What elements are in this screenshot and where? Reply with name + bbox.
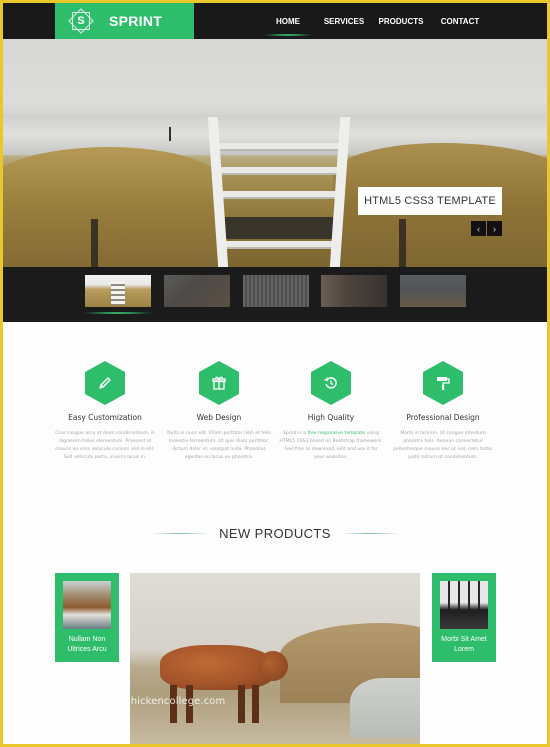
image-cow-leg: [238, 685, 245, 723]
feature-title: Professional Design: [406, 413, 480, 422]
feature-high-quality: High Quality Sprint is a free responsive…: [275, 343, 387, 462]
feature-title: High Quality: [307, 413, 355, 422]
product-image-boat: [63, 581, 111, 629]
pencil-icon: [85, 361, 125, 405]
feature-title: Easy Customization: [68, 413, 142, 422]
product-image-interior: [440, 581, 488, 629]
paint-roller-icon: [423, 361, 463, 405]
heading-divider-left: [151, 532, 210, 534]
free-template-link[interactable]: free responsive template: [308, 431, 366, 436]
product-name-line: Lorem: [454, 646, 474, 653]
heading-divider-right: [340, 532, 399, 534]
thumbnail-5[interactable]: [400, 275, 466, 307]
hero-dune-left: [3, 147, 223, 267]
feature-title: Web Design: [196, 413, 242, 422]
chevron-right-icon[interactable]: ›: [487, 221, 502, 236]
image-water: [350, 678, 420, 738]
logo-letter: S: [77, 15, 85, 27]
product-card-left[interactable]: Nullam Non Ultrices Arcu: [55, 573, 119, 662]
product-name-line: Morbi Sit Amet: [441, 636, 487, 643]
logo-diamond-icon: S: [67, 7, 95, 35]
watermark-text: www.theeggandchickencollege.com: [43, 696, 226, 707]
feature-text: Morbi in lacinim. Ut congue interdum pha…: [393, 431, 493, 460]
feature-text: Sprint is a free responsive template usi…: [279, 430, 383, 462]
new-products-heading: NEW PRODUCTS: [3, 523, 547, 543]
product-name-line: Ultrices Arcu: [67, 646, 107, 653]
product-name: Nullam Non Ultrices Arcu: [55, 635, 119, 655]
thumbnail-4[interactable]: [321, 275, 387, 307]
page-frame: S SPRINT HOME SERVICES PRODUCTS CONTACT …: [3, 3, 547, 744]
feature-text-part: Sprint is a: [282, 431, 308, 436]
product-name: Morbi Sit Amet Lorem: [432, 635, 496, 655]
history-icon: [311, 361, 351, 405]
slider-thumbnails: [3, 267, 547, 322]
nav-products[interactable]: PRODUCTS: [371, 3, 431, 39]
hero-stairs: [207, 109, 351, 267]
image-cow-head: [258, 651, 288, 681]
features-section: Easy Customization Cras congue arcu at d…: [3, 343, 547, 493]
image-cow-leg: [252, 685, 259, 723]
feature-text: Cras congue arcu at diam condimentum, in…: [55, 431, 155, 460]
feature-easy-customization: Easy Customization Cras congue arcu at d…: [49, 343, 161, 462]
thumbnail-2[interactable]: [164, 275, 230, 307]
hero-fence-post: [91, 219, 98, 267]
new-products-title: NEW PRODUCTS: [219, 525, 331, 541]
product-name-line: Nullam Non: [68, 636, 106, 643]
feature-text: Nulla in nunc elit. Etiam porttitor nibh…: [167, 431, 271, 460]
featured-product-image[interactable]: [130, 573, 420, 744]
hero-fence-post: [399, 219, 406, 267]
brand-name: SPRINT: [109, 13, 163, 29]
nav-services[interactable]: SERVICES: [317, 3, 371, 39]
thumbnail-1[interactable]: [85, 275, 151, 307]
main-nav: HOME SERVICES PRODUCTS CONTACT: [265, 3, 489, 39]
product-card-right[interactable]: Morbi Sit Amet Lorem: [432, 573, 496, 662]
chevron-left-icon[interactable]: ‹: [471, 221, 486, 236]
thumbnail-3[interactable]: [243, 275, 309, 307]
nav-contact[interactable]: CONTACT: [431, 3, 489, 39]
nav-home[interactable]: HOME: [265, 3, 311, 39]
gift-icon: [199, 361, 239, 405]
logo[interactable]: S SPRINT: [55, 3, 194, 39]
feature-web-design: Web Design Nulla in nunc elit. Etiam por…: [163, 343, 275, 462]
active-thumbnail-indicator: [85, 312, 151, 314]
hero-sea-pole: [169, 127, 171, 141]
hero-caption: HTML5 CSS3 TEMPLATE: [358, 187, 502, 215]
site-header: S SPRINT HOME SERVICES PRODUCTS CONTACT: [3, 3, 547, 39]
feature-professional-design: Professional Design Morbi in lacinim. Ut…: [387, 343, 499, 462]
hero-slider: HTML5 CSS3 TEMPLATE ‹ ›: [3, 39, 547, 267]
